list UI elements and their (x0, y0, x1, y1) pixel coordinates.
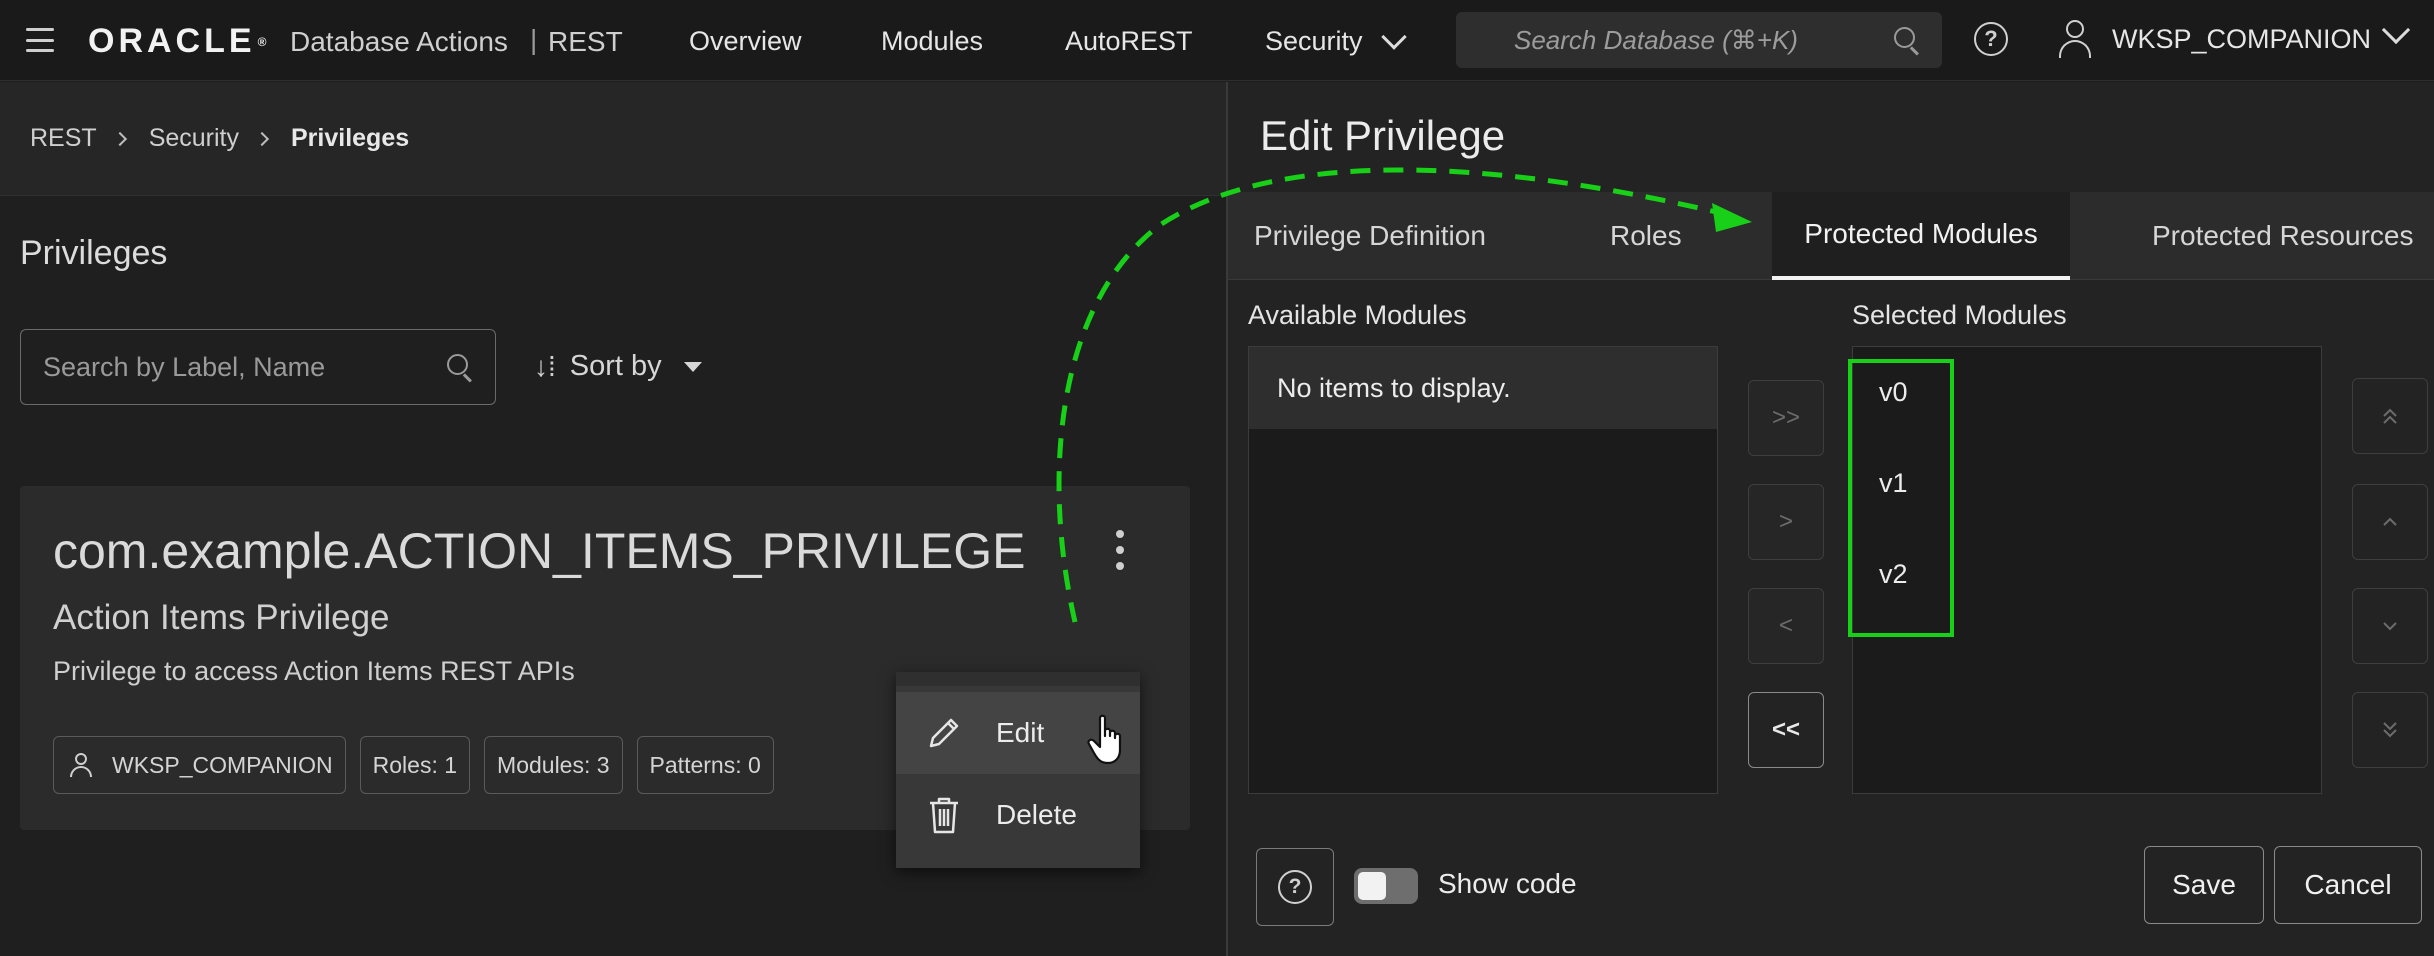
help-button[interactable]: ? (1256, 848, 1334, 926)
privilege-search-placeholder: Search by Label, Name (43, 351, 326, 382)
chevron-right-icon (112, 131, 127, 146)
nav-security[interactable]: Security (1265, 23, 1407, 57)
owner-chip-label: WKSP_COMPANION (112, 751, 333, 778)
app-separator: | (530, 24, 538, 55)
user-menu-name[interactable]: WKSP_COMPANION (2112, 24, 2371, 55)
dialog-title: Edit Privilege (1260, 112, 1506, 159)
available-modules-list[interactable]: No items to display. (1248, 346, 1718, 794)
move-left-button[interactable]: < (1748, 588, 1824, 664)
save-button[interactable]: Save (2144, 846, 2264, 924)
delete-label: Delete (996, 799, 1077, 830)
toggle-knob (1358, 872, 1386, 900)
hand-pointer-icon (1086, 714, 1130, 766)
nav-overview[interactable]: Overview (689, 26, 802, 57)
breadcrumb: REST Security Privileges (0, 82, 1226, 196)
privilege-search-input[interactable]: Search by Label, Name (20, 329, 496, 405)
more-actions-icon[interactable] (1114, 530, 1126, 570)
chevron-down-icon (1380, 23, 1407, 50)
chevron-down-icon[interactable] (2381, 15, 2411, 45)
app-name: Database Actions (290, 26, 508, 57)
selected-modules-label: Selected Modules (1852, 300, 2067, 330)
privilege-description: Privilege to access Action Items REST AP… (53, 656, 575, 686)
breadcrumb-privileges: Privileges (291, 124, 410, 152)
pencil-icon (922, 711, 966, 755)
delete-menu-item[interactable]: Delete (896, 774, 1140, 856)
tab-privilege-definition[interactable]: Privilege Definition (1254, 192, 1486, 280)
user-icon[interactable] (2058, 20, 2092, 58)
move-right-button[interactable]: > (1748, 484, 1824, 560)
tab-roles[interactable]: Roles (1610, 192, 1682, 280)
show-code-label: Show code (1438, 868, 1577, 899)
search-icon (447, 354, 473, 380)
move-up-icon[interactable] (2352, 484, 2428, 560)
app-section-rest[interactable]: REST (548, 26, 623, 58)
privilege-label: Action Items Privilege (53, 598, 390, 637)
tab-protected-modules[interactable]: Protected Modules (1772, 192, 2070, 280)
context-menu: Edit Delete (896, 672, 1140, 868)
sort-by-label: Sort by (569, 350, 662, 382)
privilege-chips: WKSP_COMPANION Roles: 1 Modules: 3 Patte… (53, 736, 774, 794)
user-icon (70, 753, 92, 777)
move-all-right-button[interactable]: >> (1748, 380, 1824, 456)
move-top-icon[interactable] (2352, 378, 2428, 454)
privileges-page: REST Security Privileges Privileges Sear… (0, 82, 1226, 956)
move-bottom-icon[interactable] (2352, 692, 2428, 768)
nav-modules[interactable]: Modules (881, 26, 983, 57)
available-modules-label: Available Modules (1248, 300, 1467, 330)
nav-autorest[interactable]: AutoREST (1065, 26, 1193, 57)
database-search-input[interactable]: Search Database (⌘+K) (1456, 12, 1942, 68)
help-icon[interactable]: ? (1974, 22, 2008, 56)
page-title: Privileges (20, 234, 168, 272)
annotation-highlight-box (1848, 359, 1954, 637)
dialog-tabs: Privilege Definition Roles Protected Mod… (1228, 192, 2434, 280)
empty-list-message: No items to display. (1249, 347, 1717, 429)
chevron-right-icon (254, 131, 270, 146)
trash-icon (922, 793, 966, 837)
cancel-button[interactable]: Cancel (2274, 846, 2422, 924)
database-search-placeholder: Search Database (⌘+K) (1514, 24, 1798, 55)
privilege-name: com.example.ACTION_ITEMS_PRIVILEGE (53, 523, 1026, 579)
breadcrumb-security[interactable]: Security (149, 124, 239, 153)
roles-chip: Roles: 1 (359, 736, 471, 794)
move-down-icon[interactable] (2352, 588, 2428, 664)
caret-down-icon (683, 361, 702, 372)
edit-label: Edit (996, 717, 1045, 748)
modules-chip: Modules: 3 (484, 736, 623, 794)
oracle-logo: ORACLE ® (88, 22, 267, 60)
top-navigation-bar: ORACLE ® Database Actions | REST Overview… (0, 0, 2434, 81)
nav-security-label: Security (1265, 26, 1363, 56)
sort-by-dropdown[interactable]: ↓⁞ Sort by (534, 350, 702, 383)
tab-protected-resources[interactable]: Protected Resources (2152, 192, 2413, 280)
sort-icon: ↓⁞ (534, 350, 556, 382)
patterns-chip: Patterns: 0 (636, 736, 774, 794)
hamburger-menu-icon[interactable] (26, 28, 54, 52)
edit-privilege-panel: Edit Privilege Privilege Definition Role… (1226, 82, 2434, 956)
owner-chip: WKSP_COMPANION (53, 736, 346, 794)
help-icon: ? (1278, 870, 1312, 904)
breadcrumb-rest[interactable]: REST (30, 124, 97, 153)
search-icon (1894, 27, 1920, 53)
move-all-left-button[interactable]: << (1748, 692, 1824, 768)
show-code-toggle[interactable] (1354, 868, 1418, 904)
